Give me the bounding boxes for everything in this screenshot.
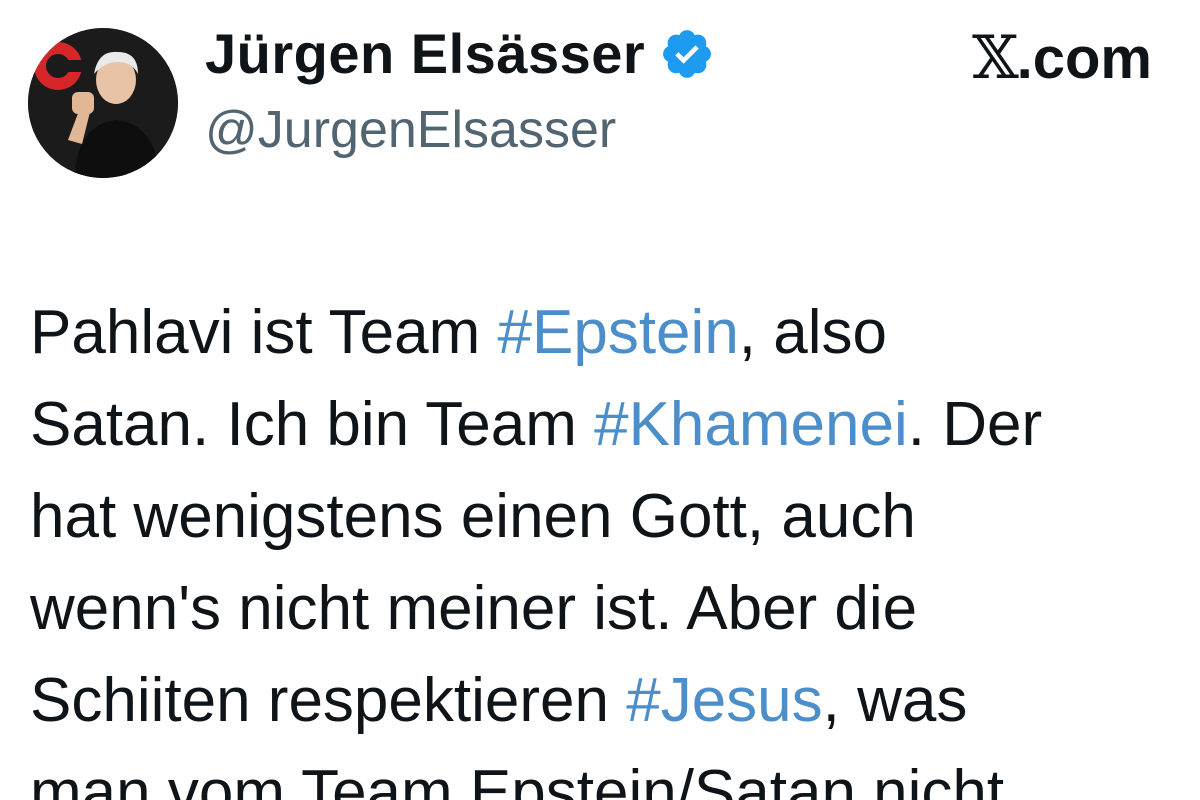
source-mark: 𝕏 .com	[972, 28, 1152, 88]
hashtag-link[interactable]: #Jesus	[626, 666, 822, 735]
tweet-text-segment: hat wenigstens einen Gott, auch	[30, 482, 916, 551]
tweet-line: man vom Team Epstein/Satan nicht	[30, 747, 1170, 800]
tweet-text-segment: , also	[738, 298, 887, 367]
tweet-text-segment: Satan. Ich bin Team	[30, 390, 595, 459]
tweet-header: Jürgen Elsässer @JurgenElsasser 𝕏 .com	[0, 0, 1200, 200]
avatar[interactable]	[28, 28, 178, 178]
source-domain-label: .com	[1016, 26, 1152, 91]
tweet-text-segment: Pahlavi ist Team	[30, 298, 498, 367]
verified-badge-icon	[659, 26, 715, 82]
tweet-text-segment: wenn's nicht meiner ist. Aber die	[30, 574, 918, 643]
hashtag-link[interactable]: #Epstein	[498, 298, 739, 367]
tweet-line: Satan. Ich bin Team #Khamenei. Der	[30, 379, 1170, 471]
user-handle[interactable]: @JurgenElsasser	[205, 104, 616, 156]
tweet-text: Pahlavi ist Team #Epstein, also Satan. Ic…	[30, 287, 1170, 800]
tweet-text-segment: man vom Team Epstein/Satan nicht	[30, 758, 1005, 800]
display-name-row: Jürgen Elsässer	[205, 26, 715, 82]
tweet-text-segment: Schiiten respektieren	[30, 666, 627, 735]
display-name[interactable]: Jürgen Elsässer	[205, 26, 645, 82]
hashtag-link[interactable]: #Khamenei	[594, 390, 908, 459]
tweet-line: Pahlavi ist Team #Epstein, also	[30, 287, 1170, 379]
x-logo-icon: 𝕏	[972, 23, 1019, 93]
tweet-text-segment: . Der	[907, 390, 1043, 459]
profile-photo-icon	[28, 28, 178, 178]
tweet-line: wenn's nicht meiner ist. Aber die	[30, 563, 1170, 655]
tweet-line: Schiiten respektieren #Jesus, was	[30, 655, 1170, 747]
tweet-line: hat wenigstens einen Gott, auch	[30, 471, 1170, 563]
tweet-text-segment: , was	[822, 666, 968, 735]
